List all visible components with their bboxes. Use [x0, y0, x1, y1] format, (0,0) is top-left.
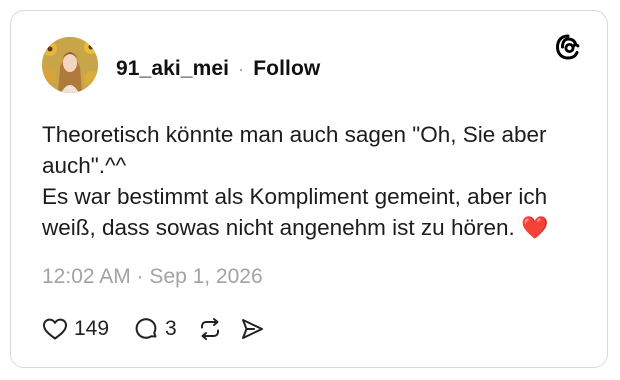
post-header: 91_aki_mei · Follow: [116, 55, 320, 83]
username[interactable]: 91_aki_mei: [116, 57, 229, 81]
reply-count: 3: [165, 317, 177, 340]
post-text-line-2: auch".^^: [42, 153, 127, 178]
comment-icon: [133, 316, 159, 342]
separator-dot: ·: [238, 58, 245, 79]
post-card: 91_aki_mei · Follow Theoretisch könnte m…: [10, 10, 608, 368]
post-text-line-4-wrap: weiß, dass sowas nicht angenehm ist zu h…: [42, 212, 582, 243]
reply-button[interactable]: 3: [133, 316, 177, 342]
post-text-line-1: Theoretisch könnte man auch sagen "Oh, S…: [42, 122, 547, 147]
repost-button[interactable]: [197, 316, 223, 342]
action-bar: 149 3: [42, 314, 265, 344]
follow-button[interactable]: Follow: [253, 57, 320, 81]
share-button[interactable]: [239, 316, 265, 342]
post-timestamp[interactable]: 12:02 AM · Sep 1, 2026: [42, 265, 263, 289]
send-icon: [239, 316, 265, 342]
red-heart-emoji: ❤️: [521, 215, 549, 240]
heart-icon: [42, 317, 68, 341]
like-button[interactable]: 149: [42, 317, 109, 341]
like-count: 149: [74, 317, 110, 340]
avatar[interactable]: [42, 37, 98, 93]
post-text-line-3: Es war bestimmt als Kompliment gemeint, …: [42, 184, 548, 209]
post-body: Theoretisch könnte man auch sagen "Oh, S…: [42, 119, 582, 243]
post-text-line-4: weiß, dass sowas nicht angenehm ist zu h…: [42, 215, 515, 240]
threads-logo-icon[interactable]: [553, 32, 583, 62]
repost-icon: [197, 316, 223, 342]
